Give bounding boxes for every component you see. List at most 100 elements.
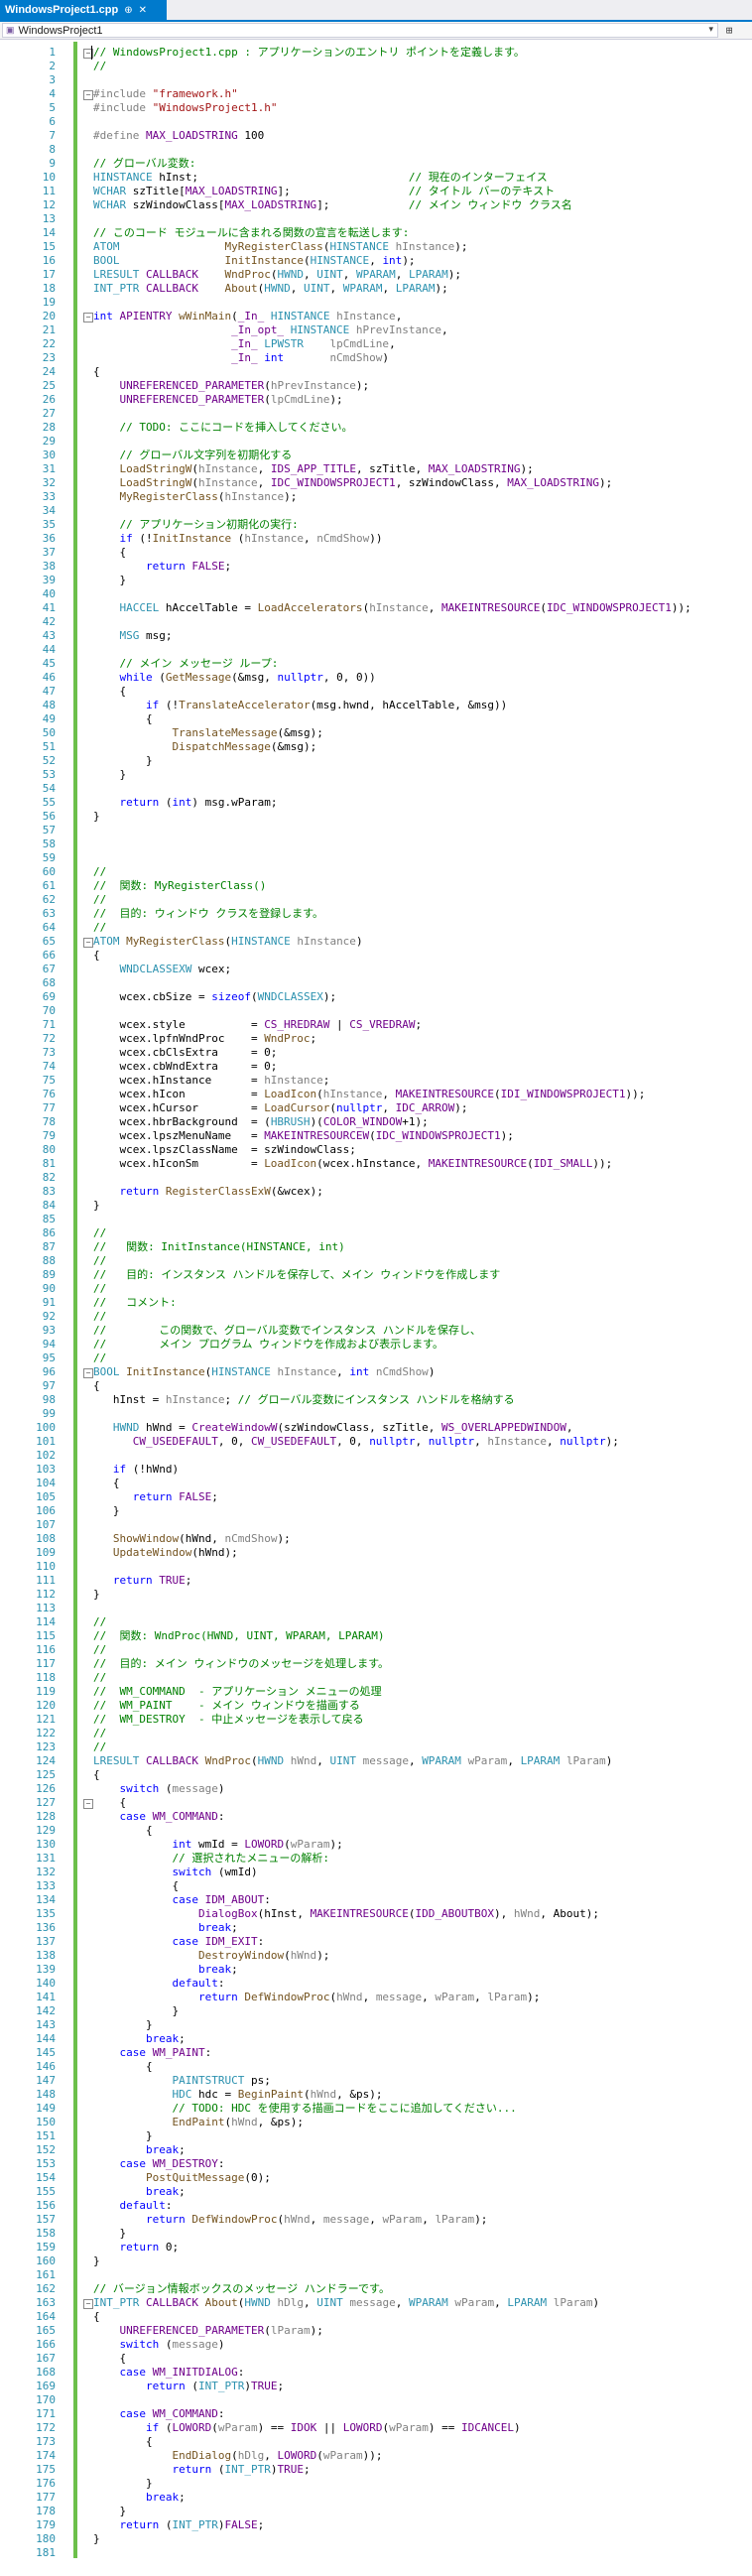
code-line[interactable]: if (!hWnd) — [93, 1463, 179, 1477]
code-line[interactable]: // — [93, 60, 106, 73]
code-line[interactable]: MSG msg; — [93, 629, 173, 643]
code-line[interactable]: // 目的: インスタンス ハンドルを保存して、メイン ウィンドウを作成します — [93, 1268, 500, 1282]
code-line[interactable]: #include "framework.h" — [93, 87, 238, 101]
code-line[interactable]: ATOM MyRegisterClass(HINSTANCE hInstance… — [93, 935, 363, 949]
code-line[interactable]: return (INT_PTR)FALSE; — [93, 2518, 265, 2532]
code-line[interactable]: LoadStringW(hInstance, IDC_WINDOWSPROJEC… — [93, 476, 613, 490]
code-line[interactable]: CW_USEDEFAULT, 0, CW_USEDEFAULT, 0, null… — [93, 1435, 619, 1449]
fold-toggle-icon[interactable]: − — [83, 90, 93, 100]
code-line[interactable]: // WM_COMMAND - アプリケーション メニューの処理 — [93, 1685, 382, 1699]
code-line[interactable]: } — [93, 1199, 100, 1213]
code-line[interactable]: UNREFERENCED_PARAMETER(hPrevInstance); — [93, 379, 370, 393]
code-line[interactable]: } — [93, 2477, 153, 2491]
code-line[interactable]: DispatchMessage(&msg); — [93, 740, 316, 754]
code-line[interactable]: DestroyWindow(hWnd); — [93, 1949, 329, 1963]
code-line[interactable]: switch (message) — [93, 1782, 225, 1796]
code-line[interactable]: case WM_PAINT: — [93, 2046, 212, 2060]
code-line[interactable]: case IDM_ABOUT: — [93, 1893, 270, 1907]
code-line[interactable]: { — [93, 1796, 126, 1810]
code-line[interactable]: WCHAR szTitle[MAX_LOADSTRING]; // タイトル バ… — [93, 185, 555, 198]
code-line[interactable]: wcex.lpfnWndProc = WndProc; — [93, 1032, 316, 1046]
code-line[interactable]: _In_ LPWSTR lpCmdLine, — [93, 337, 396, 351]
code-line[interactable]: // メイン メッセージ ループ: — [93, 657, 279, 671]
code-line[interactable]: } — [93, 574, 126, 587]
code-line[interactable]: // WindowsProject1.cpp : アプリケーションのエントリ ポ… — [93, 46, 525, 60]
code-line[interactable]: { — [93, 712, 153, 726]
code-line[interactable]: wcex.hCursor = LoadCursor(nullptr, IDC_A… — [93, 1101, 467, 1115]
code-line[interactable]: wcex.hInstance = hInstance; — [93, 1074, 329, 1088]
code-line[interactable]: BOOL InitInstance(HINSTANCE hInstance, i… — [93, 1365, 435, 1379]
code-line[interactable]: default: — [93, 1977, 224, 1991]
code-line[interactable]: // この関数で、グローバル変数でインスタンス ハンドルを保存し、 — [93, 1324, 481, 1338]
code-line[interactable]: { — [93, 2310, 100, 2324]
code-line[interactable]: BOOL InitInstance(HINSTANCE, int); — [93, 254, 416, 268]
code-line[interactable]: } — [93, 754, 153, 768]
code-line[interactable]: MyRegisterClass(hInstance); — [93, 490, 298, 504]
code-line[interactable]: // コメント: — [93, 1296, 177, 1310]
code-line[interactable]: // — [93, 1226, 106, 1240]
code-line[interactable]: { — [93, 1379, 100, 1393]
code-line[interactable]: break; — [93, 2032, 186, 2046]
code-line[interactable]: // グローバル文字列を初期化する — [93, 449, 293, 462]
code-line[interactable]: if (!InitInstance (hInstance, nCmdShow)) — [93, 532, 383, 546]
code-line[interactable]: return (INT_PTR)TRUE; — [93, 2380, 284, 2393]
code-line[interactable]: // 目的: メイン ウィンドウのメッセージを処理します。 — [93, 1657, 389, 1671]
code-line[interactable]: LRESULT CALLBACK WndProc(HWND hWnd, UINT… — [93, 1754, 612, 1768]
code-line[interactable]: DialogBox(hInst, MAKEINTRESOURCE(IDD_ABO… — [93, 1907, 599, 1921]
code-line[interactable]: LoadStringW(hInstance, IDS_APP_TITLE, sz… — [93, 462, 534, 476]
code-line[interactable]: case WM_INITDIALOG: — [93, 2366, 245, 2380]
code-line[interactable]: return FALSE; — [93, 560, 231, 574]
code-line[interactable]: int APIENTRY wWinMain(_In_ HINSTANCE hIn… — [93, 310, 402, 323]
code-line[interactable]: wcex.hbrBackground = (HBRUSH)(COLOR_WIND… — [93, 1115, 428, 1129]
code-line[interactable]: while (GetMessage(&msg, nullptr, 0, 0)) — [93, 671, 376, 685]
code-line[interactable]: // — [93, 865, 106, 879]
code-line[interactable]: wcex.cbClsExtra = 0; — [93, 1046, 277, 1060]
code-line[interactable]: } — [93, 2018, 153, 2032]
code-line[interactable]: #define MAX_LOADSTRING 100 — [93, 129, 264, 143]
code-line[interactable]: break; — [93, 2185, 186, 2199]
code-line[interactable]: { — [93, 1879, 179, 1893]
code-line[interactable]: // — [93, 1615, 106, 1629]
code-line[interactable]: WNDCLASSEXW wcex; — [93, 963, 232, 976]
code-line[interactable]: INT_PTR CALLBACK About(HWND, UINT, WPARA… — [93, 282, 448, 296]
code-line[interactable]: HACCEL hAccelTable = LoadAccelerators(hI… — [93, 601, 691, 615]
code-line[interactable]: } — [93, 2532, 100, 2546]
project-scope-dropdown[interactable]: ▣ WindowsProject1 ▾ — [2, 23, 718, 38]
code-line[interactable]: // このコード モジュールに含まれる関数の宣言を転送します: — [93, 226, 409, 240]
pin-icon[interactable]: ⊕ — [124, 5, 132, 16]
code-line[interactable]: // 選択されたメニューの解析: — [93, 1852, 329, 1866]
fold-toggle-icon[interactable]: − — [83, 1799, 93, 1809]
code-line[interactable]: // — [93, 893, 106, 907]
code-line[interactable]: // メイン プログラム ウィンドウを作成および表示します。 — [93, 1338, 443, 1352]
code-line[interactable]: // WM_PAINT - メイン ウィンドウを描画する — [93, 1699, 360, 1713]
code-line[interactable]: return DefWindowProc(hWnd, message, wPar… — [93, 1991, 540, 2004]
code-line[interactable]: UpdateWindow(hWnd); — [93, 1546, 238, 1560]
code-line[interactable]: { — [93, 546, 126, 560]
code-line[interactable]: case WM_COMMAND: — [93, 2407, 225, 2421]
code-line[interactable]: wcex.lpszMenuName = MAKEINTRESOURCEW(IDC… — [93, 1129, 513, 1143]
code-line[interactable]: // — [93, 1740, 106, 1754]
code-line[interactable]: if (LOWORD(wParam) == IDOK || LOWORD(wPa… — [93, 2421, 521, 2435]
code-line[interactable]: return (int) msg.wParam; — [93, 796, 278, 810]
document-tab[interactable]: WindowsProject1.cpp ⊕ ✕ — [0, 0, 167, 20]
code-line[interactable]: break; — [93, 2143, 186, 2157]
code-line[interactable]: EndPaint(hWnd, &ps); — [93, 2116, 303, 2129]
code-line[interactable]: EndDialog(hDlg, LOWORD(wParam)); — [93, 2449, 382, 2463]
code-line[interactable]: INT_PTR CALLBACK About(HWND hDlg, UINT m… — [93, 2296, 599, 2310]
code-line[interactable]: } — [93, 2505, 126, 2518]
code-line[interactable]: TranslateMessage(&msg); — [93, 726, 322, 740]
code-line[interactable]: // TODO: HDC を使用する描画コードをここに追加してください... — [93, 2102, 516, 2116]
code-line[interactable]: return TRUE; — [93, 1574, 192, 1588]
code-line[interactable]: _In_opt_ HINSTANCE hPrevInstance, — [93, 323, 448, 337]
code-line[interactable]: // — [93, 1727, 106, 1740]
code-line[interactable]: if (!TranslateAccelerator(msg.hwnd, hAcc… — [93, 699, 507, 712]
code-line[interactable]: _In_ int nCmdShow) — [93, 351, 389, 365]
code-line[interactable]: UNREFERENCED_PARAMETER(lParam); — [93, 2324, 323, 2338]
code-line[interactable]: } — [93, 2004, 179, 2018]
code-line[interactable]: } — [93, 1588, 100, 1602]
code-line[interactable]: { — [93, 1824, 153, 1838]
code-line[interactable]: { — [93, 2435, 153, 2449]
code-line[interactable]: // — [93, 1254, 106, 1268]
code-line[interactable]: } — [93, 2227, 126, 2241]
fold-toggle-icon[interactable]: − — [83, 1368, 93, 1378]
